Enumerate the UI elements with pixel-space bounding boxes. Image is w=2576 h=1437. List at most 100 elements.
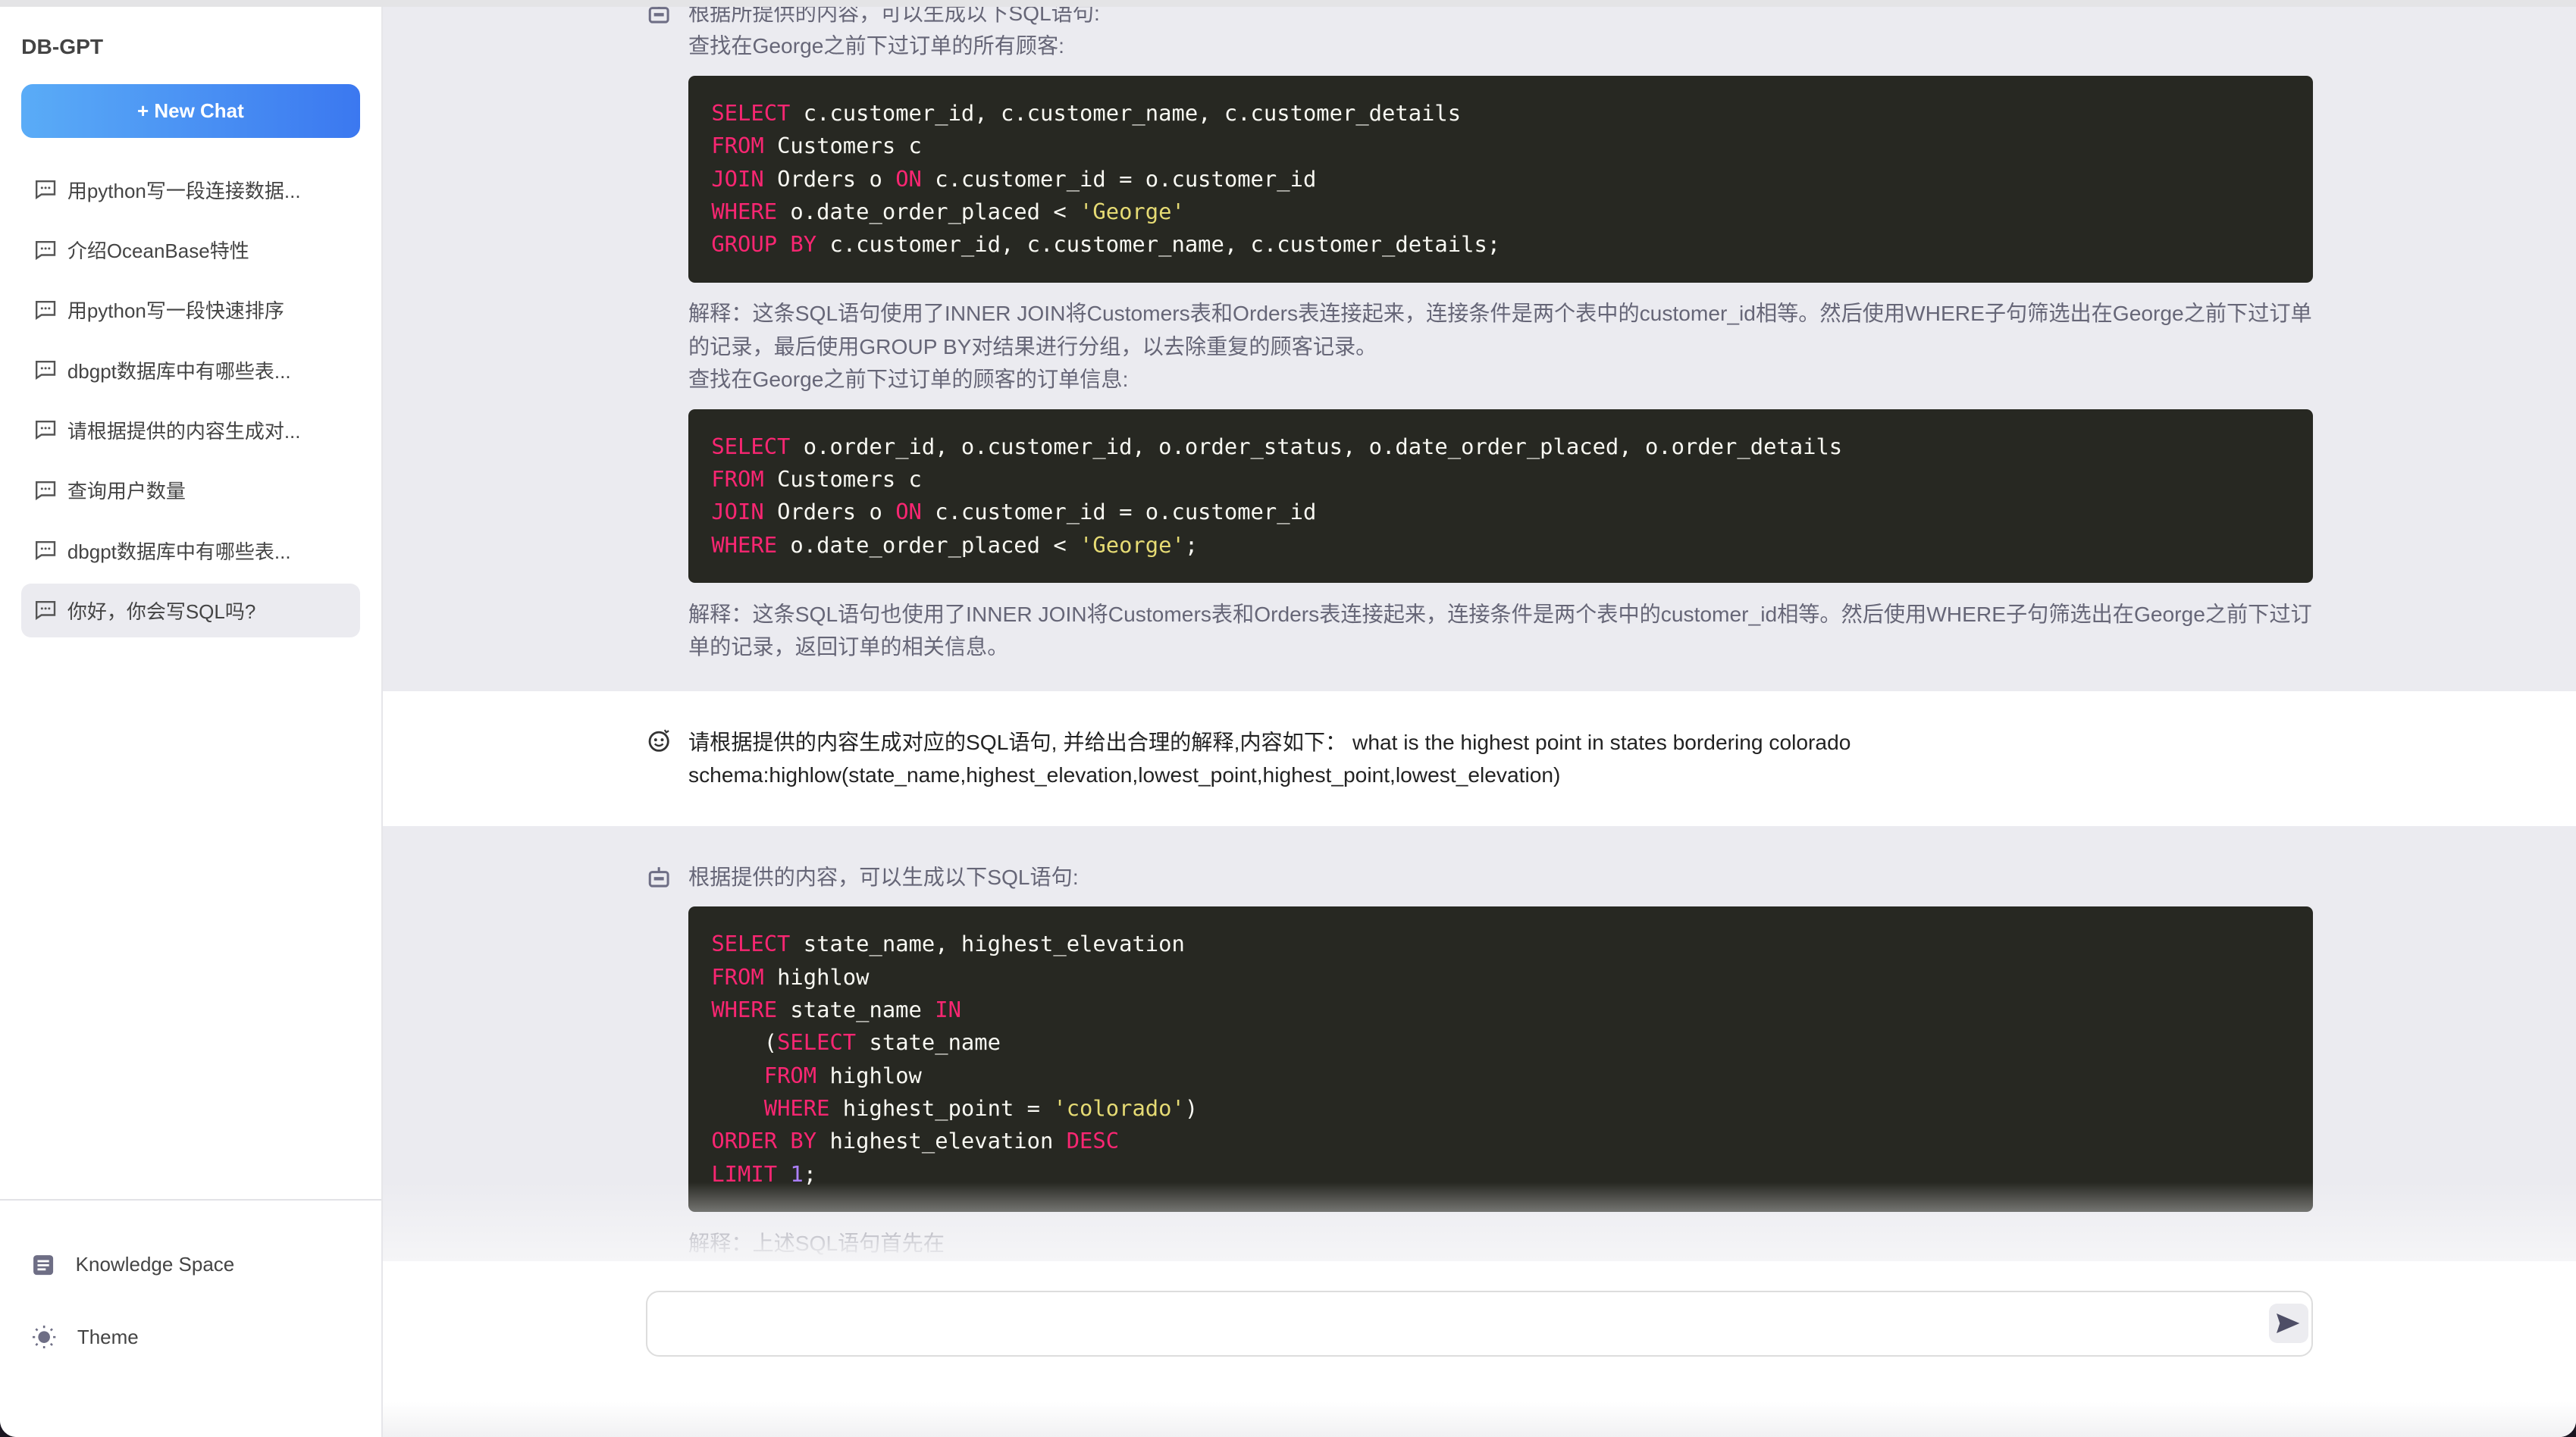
code-keyword: WHERE — [711, 531, 778, 558]
chat-area: 根据所提供的内容，可以生成以下SQL语句: 查找在George之前下过订单的所有… — [382, 6, 2576, 1437]
document-icon — [33, 1254, 54, 1275]
chat-history-list: 用python写一段连接数据... 介绍OceanBase特性用python写一段… — [21, 163, 360, 643]
message-icon — [35, 541, 55, 561]
history-item[interactable]: 用python写一段连接数据... — [21, 163, 359, 218]
new-chat-button[interactable]: + New Chat — [21, 83, 360, 138]
code-keyword: FROM — [711, 466, 764, 493]
code-text: ; — [1184, 531, 1199, 558]
bot-subheading: 查找在George之前下过订单的所有顾客: — [688, 33, 1064, 58]
code-keyword: WHERE — [711, 997, 778, 1023]
history-item[interactable]: dbgpt数据库中有哪些表... — [21, 523, 359, 578]
sidebar-divider — [0, 1198, 381, 1201]
history-item-label: 请根据提供的内容生成对... — [67, 419, 301, 443]
code-line: WHERE state_name IN — [711, 994, 2290, 1026]
code-text: c.customer_id = o.customer_id — [921, 165, 1317, 192]
code-keyword: SELECT — [711, 99, 791, 126]
code-text: o.date_order_placed < — [777, 531, 1080, 558]
message-icon — [35, 601, 55, 621]
user-message-line: schema:highlow(state_name,highest_elevat… — [688, 762, 1561, 787]
message-icon — [35, 421, 55, 440]
code-block: SELECT state_name, highest_elevation FROM… — [688, 906, 2314, 1213]
code-text: state_name, highest_elevation — [790, 931, 1185, 957]
send-icon — [2277, 1313, 2300, 1334]
code-keyword: WHERE — [711, 198, 778, 224]
message-icon — [35, 300, 55, 320]
history-item[interactable]: dbgpt数据库中有哪些表... — [21, 343, 359, 397]
code-keyword: ON — [895, 165, 922, 192]
code-string: 'George' — [1080, 198, 1185, 224]
history-item-label: 查询用户数量 — [67, 480, 186, 503]
code-text: highest_elevation — [816, 1128, 1067, 1154]
code-text: state_name — [856, 1029, 1001, 1056]
code-text: o.date_order_placed < — [777, 198, 1080, 224]
chat-input[interactable] — [663, 1292, 2231, 1355]
message-icon — [35, 481, 55, 500]
send-button[interactable] — [2268, 1304, 2308, 1344]
code-block: SELECT c.customer_id, c.customer_name, c… — [688, 75, 2314, 283]
code-text: Customers c — [763, 466, 922, 493]
code-keyword: FROM — [711, 133, 764, 159]
chat-input-box — [645, 1291, 2313, 1357]
code-text: Customers c — [763, 133, 922, 159]
code-text: o.order_id, o.customer_id, o.order_statu… — [790, 433, 1843, 459]
code-keyword: FROM — [763, 1062, 817, 1088]
app-window: DB-GPT + New Chat 用python写一段连接数据... 介绍Oce… — [0, 0, 2576, 1437]
code-keyword: ORDER BY — [711, 1128, 817, 1154]
code-text: highest_point = — [829, 1095, 1054, 1122]
app-logo: DB-GPT — [21, 34, 104, 59]
bot-intro: 根据提供的内容，可以生成以下SQL语句: — [688, 864, 1079, 889]
history-item[interactable]: 你好，你会写SQL吗? — [21, 583, 360, 638]
code-keyword: GROUP BY — [711, 231, 817, 258]
code-line: GROUP BY c.customer_id, c.customer_name,… — [711, 228, 2290, 261]
code-keyword: ON — [895, 499, 922, 525]
history-item[interactable]: 介绍OceanBase特性 — [21, 223, 359, 277]
bot-explanation: 解释：上述SQL语句首先在 — [688, 1230, 945, 1255]
code-keyword: SELECT — [777, 1029, 857, 1056]
code-line: LIMIT 1; — [711, 1158, 2290, 1191]
code-text: c.customer_id, c.customer_name, c.custom… — [816, 231, 1501, 258]
sidebar-item-knowledge-space[interactable]: Knowledge Space — [33, 1253, 234, 1276]
history-item-label: dbgpt数据库中有哪些表... — [67, 359, 291, 383]
code-keyword: DESC — [1066, 1128, 1120, 1154]
code-keyword: SELECT — [711, 433, 791, 459]
code-text: ; — [803, 1160, 817, 1187]
window-top-bar — [0, 0, 2576, 7]
code-line: WHERE o.date_order_placed < 'George' — [711, 196, 2290, 228]
code-line: SELECT c.customer_id, c.customer_name, c… — [711, 97, 2290, 130]
history-item[interactable]: 查询用户数量 — [21, 463, 359, 518]
code-string: 'George' — [1080, 531, 1185, 558]
history-item[interactable]: 请根据提供的内容生成对... — [21, 403, 359, 458]
sidebar: DB-GPT + New Chat 用python写一段连接数据... 介绍Oce… — [0, 6, 383, 1437]
knowledge-space-label: Knowledge Space — [75, 1253, 235, 1276]
robot-icon — [648, 6, 669, 23]
message-list: 根据所提供的内容，可以生成以下SQL语句: 查找在George之前下过订单的所有… — [382, 6, 2576, 1437]
history-item-label: 你好，你会写SQL吗? — [67, 600, 256, 623]
history-item-label: 用python写一段连接数据... — [67, 179, 301, 202]
code-keyword: JOIN — [711, 165, 764, 192]
sidebar-item-theme[interactable]: Theme — [33, 1325, 139, 1349]
code-line: JOIN Orders o ON c.customer_id = o.custo… — [711, 163, 2290, 196]
history-item-label: 介绍OceanBase特性 — [67, 240, 249, 263]
code-text: Orders o — [763, 499, 896, 525]
code-text: highlow — [816, 1062, 922, 1088]
code-line: FROM highlow — [711, 961, 2290, 994]
code-line: SELECT state_name, highest_elevation — [711, 928, 2290, 960]
code-text: c.customer_id = o.customer_id — [921, 499, 1317, 525]
robot-icon — [648, 867, 669, 888]
history-item[interactable]: 用python写一段快速排序 — [21, 283, 359, 337]
bot-explanation: 解释：这条SQL语句也使用了INNER JOIN将Customers表和Orde… — [688, 601, 2312, 659]
code-text: highlow — [763, 963, 870, 990]
code-text: ( — [711, 1029, 778, 1056]
bot-message: 根据所提供的内容，可以生成以下SQL语句: 查找在George之前下过订单的所有… — [382, 6, 2576, 692]
theme-label: Theme — [77, 1325, 139, 1348]
code-text: Orders o — [763, 165, 896, 192]
code-line: (SELECT state_name — [711, 1026, 2290, 1059]
user-message-line: 请根据提供的内容生成对应的SQL语句, 并给出合理的解释,内容如下： what … — [688, 729, 1851, 754]
code-number: 1 — [790, 1160, 804, 1187]
message-icon — [35, 180, 55, 200]
code-line: FROM highlow — [711, 1060, 2290, 1092]
history-item-label: 用python写一段快速排序 — [67, 299, 284, 323]
bot-explanation: 解释：这条SQL语句使用了INNER JOIN将Customers表和Order… — [688, 301, 2312, 358]
